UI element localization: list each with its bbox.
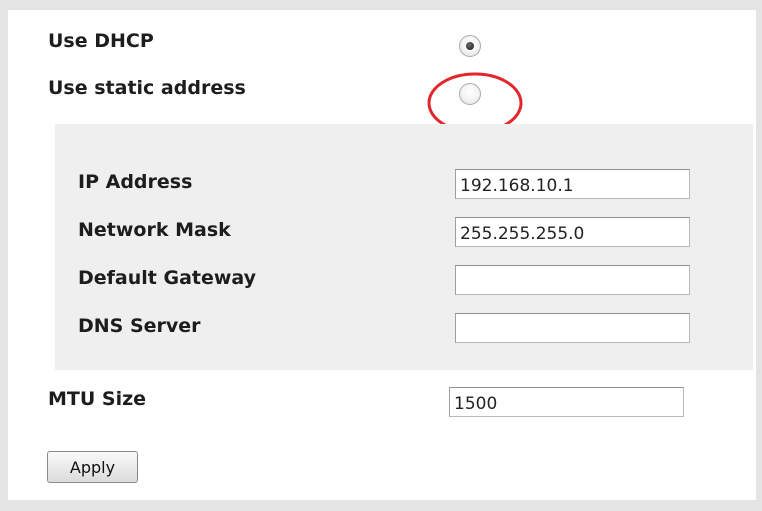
dns-server-label: DNS Server (78, 315, 201, 337)
radio-selected-dot (466, 42, 474, 50)
static-address-settings: IP Address Network Mask Default Gateway … (55, 124, 753, 370)
apply-button[interactable]: Apply (47, 451, 138, 483)
mtu-size-input[interactable] (449, 387, 684, 417)
dhcp-label: Use DHCP (48, 30, 154, 52)
static-address-label: Use static address (48, 77, 246, 99)
window-frame: Use DHCP Use static address IP Address N… (0, 0, 762, 511)
static-address-radio[interactable] (459, 83, 481, 105)
default-gateway-label: Default Gateway (78, 267, 257, 289)
network-mask-input[interactable] (455, 217, 690, 247)
ip-address-label: IP Address (78, 171, 193, 193)
dns-server-input[interactable] (455, 313, 690, 343)
network-settings-panel: Use DHCP Use static address IP Address N… (8, 10, 756, 500)
ip-address-input[interactable] (455, 169, 690, 199)
default-gateway-input[interactable] (455, 265, 690, 295)
network-mask-label: Network Mask (78, 219, 231, 241)
dhcp-radio[interactable] (459, 35, 481, 57)
mtu-size-label: MTU Size (48, 388, 147, 410)
